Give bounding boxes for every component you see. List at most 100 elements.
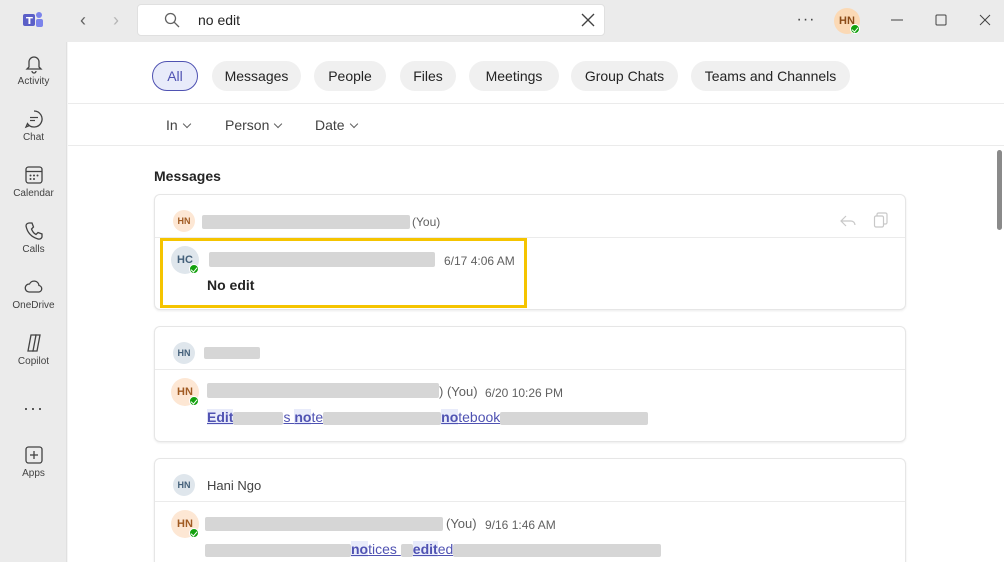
you-label: (You) [412, 215, 441, 229]
vertical-scrollbar[interactable] [997, 150, 1002, 230]
avatar[interactable]: HN [834, 8, 860, 34]
copilot-icon [26, 334, 41, 352]
close-icon[interactable] [975, 10, 995, 30]
rail-item-calendar[interactable]: Calendar [0, 164, 67, 214]
clear-search-icon[interactable] [580, 12, 596, 28]
redacted-text [204, 347, 260, 359]
chevron-down-icon [182, 119, 191, 129]
chevron-down-icon [349, 119, 358, 129]
presence-available-icon [850, 24, 860, 34]
tab-meetings[interactable]: Meetings [469, 61, 559, 91]
you-label: (You) [446, 516, 477, 531]
tab-group-chats[interactable]: Group Chats [571, 61, 678, 91]
redacted-text [500, 411, 649, 425]
add-apps-icon [24, 446, 43, 464]
filter-person[interactable]: Person [225, 117, 283, 133]
rail-label: Calls [22, 244, 45, 255]
redacted-text [202, 215, 410, 229]
rail-label: Copilot [17, 356, 50, 367]
filter-bar: In Person Date [68, 104, 1004, 146]
avatar: HN [173, 210, 195, 232]
message-timestamp: 6/20 10:26 PM [485, 386, 564, 400]
back-arrow-icon[interactable]: ‹ [73, 10, 93, 30]
copy-icon[interactable] [873, 212, 889, 228]
redacted-text [323, 411, 442, 425]
chat-icon [24, 110, 43, 129]
you-label: ) (You) [439, 384, 478, 399]
search-query: no edit [198, 12, 241, 28]
search-results-pane: All Messages People Files Meetings Group… [68, 42, 1004, 562]
avatar: HN [173, 342, 195, 364]
tab-people[interactable]: People [314, 61, 386, 91]
rail-label: Chat [22, 132, 45, 143]
highlight-annotation [160, 238, 527, 308]
rail-item-activity[interactable]: Activity [0, 52, 67, 102]
rail-label: Apps [22, 468, 45, 479]
bell-icon [24, 56, 43, 74]
result-header: HN [155, 327, 905, 370]
redacted-text [205, 543, 351, 557]
message-body-link[interactable]: Edit s note notebook [207, 409, 649, 425]
svg-text:T: T [26, 16, 33, 27]
tab-teams-and-channels[interactable]: Teams and Channels [691, 61, 850, 91]
more-options-icon[interactable]: ··· [795, 10, 817, 30]
presence-available-icon [189, 528, 199, 538]
search-hit: Edit [207, 409, 234, 425]
maximize-icon[interactable] [931, 10, 951, 30]
app-rail: Activity Chat Calendar Calls OneDrive Co… [0, 42, 67, 562]
filter-label: In [166, 117, 178, 133]
phone-icon [24, 222, 43, 240]
calendar-icon [24, 166, 43, 184]
message-timestamp: 9/16 1:46 AM [485, 518, 556, 532]
message-body-link[interactable]: notices edited [205, 541, 662, 557]
text-fragment: ed [437, 541, 454, 557]
filter-date[interactable]: Date [315, 117, 358, 133]
redacted-text [233, 411, 284, 425]
message-result-card[interactable]: HN HN ) (You) 6/20 10:26 PM Edit s note no… [154, 326, 906, 442]
tab-messages[interactable]: Messages [212, 61, 301, 91]
filter-in[interactable]: In [166, 117, 191, 133]
rail-item-chat[interactable]: Chat [0, 108, 67, 158]
message-result-card[interactable]: HN Hani Ngo HN (You) 9/16 1:46 AM notice… [154, 458, 906, 562]
search-icon [164, 12, 180, 28]
rail-item-copilot[interactable]: Copilot [0, 332, 67, 382]
result-header: HN (You) [155, 195, 905, 238]
search-hit: no [294, 409, 312, 425]
filter-label: Date [315, 117, 345, 133]
result-type-tabs: All Messages People Files Meetings Group… [68, 42, 1004, 104]
avatar: HN [171, 378, 199, 406]
redacted-text [400, 543, 413, 557]
text-fragment: te [311, 409, 324, 425]
search-hit: no [441, 409, 459, 425]
forward-arrow-icon[interactable]: › [106, 10, 126, 30]
minimize-icon[interactable] [887, 10, 907, 30]
avatar: HN [171, 510, 199, 538]
title-bar: T ‹ › no edit ··· HN [0, 0, 1004, 42]
search-hit: edit [412, 541, 438, 557]
reply-icon[interactable] [839, 213, 857, 229]
teams-logo-icon: T [23, 12, 43, 27]
chevron-down-icon [274, 119, 283, 129]
section-title: Messages [154, 168, 221, 184]
avatar: HN [173, 474, 195, 496]
rail-label: OneDrive [12, 300, 55, 311]
rail-item-onedrive[interactable]: OneDrive [0, 276, 67, 326]
redacted-sender-name [205, 517, 443, 531]
rail-item-apps[interactable]: Apps [0, 444, 67, 494]
text-fragment: tebook [458, 409, 501, 425]
tab-all[interactable]: All [152, 61, 198, 91]
redacted-sender-name [207, 383, 439, 398]
text-fragment: s [283, 409, 295, 425]
filter-label: Person [225, 117, 270, 133]
text-fragment: tices [368, 541, 401, 557]
tab-files[interactable]: Files [400, 61, 456, 91]
more-apps-icon[interactable]: ··· [0, 398, 67, 419]
search-input[interactable]: no edit [137, 4, 605, 36]
rail-label: Activity [17, 76, 50, 87]
search-hit: no [351, 541, 369, 557]
rail-label: Calendar [13, 188, 54, 199]
rail-item-calls[interactable]: Calls [0, 220, 67, 270]
cloud-icon [24, 280, 42, 293]
presence-available-icon [189, 396, 199, 406]
result-header: HN Hani Ngo [155, 459, 905, 502]
